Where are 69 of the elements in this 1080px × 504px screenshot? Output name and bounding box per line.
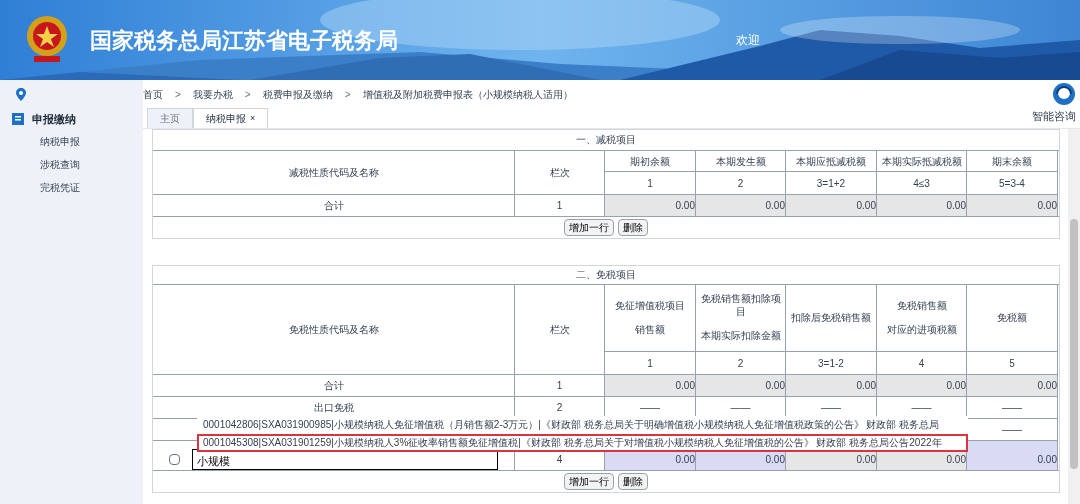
table-cell-text: —— (821, 401, 841, 415)
breadcrumb-separator: > (175, 87, 181, 102)
table-cell-text: 1 (556, 379, 563, 393)
section-title: 二、免税项目 (575, 268, 637, 282)
site-title: 国家税务总局江苏省电子税务局 (90, 26, 398, 55)
table-cell-text: 合计 (323, 379, 344, 393)
header-cell: 扣除后免税销售额 (786, 285, 877, 352)
tab[interactable]: 主页 (147, 108, 193, 128)
header-cell: 免税额 (967, 285, 1058, 352)
list-icon (12, 113, 24, 125)
tab[interactable]: 纳税申报 × (193, 108, 269, 128)
header-cell: 栏次 (515, 151, 605, 194)
header-cell: 本期实际抵减税额 (877, 151, 967, 172)
dropdown-option[interactable]: 0001045308|SXA031901259|小规模纳税人3%征收率销售额免征增值税|《财政部 税务总局关于对增值税小规模纳税人免征增值税的公告》 财政部 税务总局公告2022年 (197, 434, 968, 452)
table-cell: 0.00 (786, 194, 877, 216)
table-button[interactable]: 删除 (618, 219, 648, 236)
dropdown-option[interactable]: 0001042806|SXA031900985|小规模纳税人免征增值税（月销售额2-3万元）|《财政部 税务总局关于明确增值税小规模纳税人免征增值税政策的公告》 财政部 税务总局 (197, 416, 968, 434)
table-cell: 0.00 (967, 194, 1058, 216)
table-cell-text: 0.00 (1037, 379, 1057, 393)
table-button[interactable]: 增加一行 (564, 219, 614, 236)
sidebar-item[interactable]: 纳税申报 (0, 130, 143, 153)
table-cell-text: —— (1002, 401, 1022, 415)
table-cell-text: 0.00 (946, 453, 966, 467)
header-cell: 免征增值税项目 销售额 (605, 285, 696, 352)
row-checkbox[interactable] (169, 453, 180, 465)
table-cell: 0.00 (877, 194, 967, 216)
table-cell: 合计 (153, 194, 515, 216)
breadcrumb-link[interactable]: 首页 (143, 86, 163, 102)
table-cell-text: 4 (556, 453, 563, 467)
header-cell: 减税性质代码及名称 (153, 151, 515, 194)
breadcrumb-link[interactable]: 税费申报及缴纳 (262, 86, 333, 102)
sidebar-item[interactable]: 完税凭证 (0, 176, 143, 199)
table-cell-text: 0.00 (675, 379, 695, 393)
breadcrumb-separator: > (244, 87, 251, 102)
header-cell: 免税销售额扣除项目 本期实际扣除金额 (696, 285, 786, 352)
help-label[interactable]: 智能咨询 (1032, 108, 1076, 125)
table-cell-text: —— (1002, 423, 1022, 437)
table-cell-text: 0.00 (1037, 453, 1057, 467)
sidebar-heading: 申报缴纳 (32, 111, 76, 127)
location-pin-icon (16, 87, 26, 101)
table-cell: 0.00 (605, 194, 696, 216)
table-cell-text: —— (911, 401, 932, 415)
table-cell-text: 0.00 (765, 379, 785, 393)
header-cell: 免税销售额 对应的进项税额 (877, 285, 967, 352)
table-cell: 0.00 (696, 194, 786, 216)
table-button[interactable]: 增加一行 (564, 473, 614, 490)
header-cell: 期初余额 (605, 151, 696, 172)
close-icon[interactable]: × (250, 111, 256, 126)
header-cell: 本期应抵减税额 (786, 151, 877, 172)
table-cell-text: 0.00 (765, 453, 785, 467)
header-cell: 期末余额 (967, 151, 1058, 172)
table-cell-text: 0.00 (675, 453, 695, 467)
breadcrumb-link[interactable]: 我要办税 (192, 86, 233, 102)
table-button[interactable]: 删除 (618, 473, 648, 490)
table-cell-text: —— (730, 401, 751, 415)
welcome-text: 欢迎 (736, 32, 760, 49)
header-cell: 本期发生额 (696, 151, 786, 172)
table-cell-text: 出口免税 (313, 401, 354, 415)
section-title: 一、减税项目 (575, 133, 637, 147)
header-cell: 栏次 (515, 285, 605, 374)
table-cell-text: 2 (556, 401, 563, 415)
breadcrumb-link[interactable]: 增值税及附加税费申报表（小规模纳税人适用） (362, 86, 573, 102)
header-cell: 免税性质代码及名称 (153, 285, 515, 374)
breadcrumb-separator: > (344, 87, 351, 102)
table-cell-text: 0.00 (856, 453, 876, 467)
table-cell-text: —— (640, 401, 660, 415)
sidebar-item[interactable]: 涉税查询 (0, 153, 143, 176)
table-cell-text: 0.00 (856, 379, 876, 393)
table-cell-text: 0.00 (946, 379, 966, 393)
